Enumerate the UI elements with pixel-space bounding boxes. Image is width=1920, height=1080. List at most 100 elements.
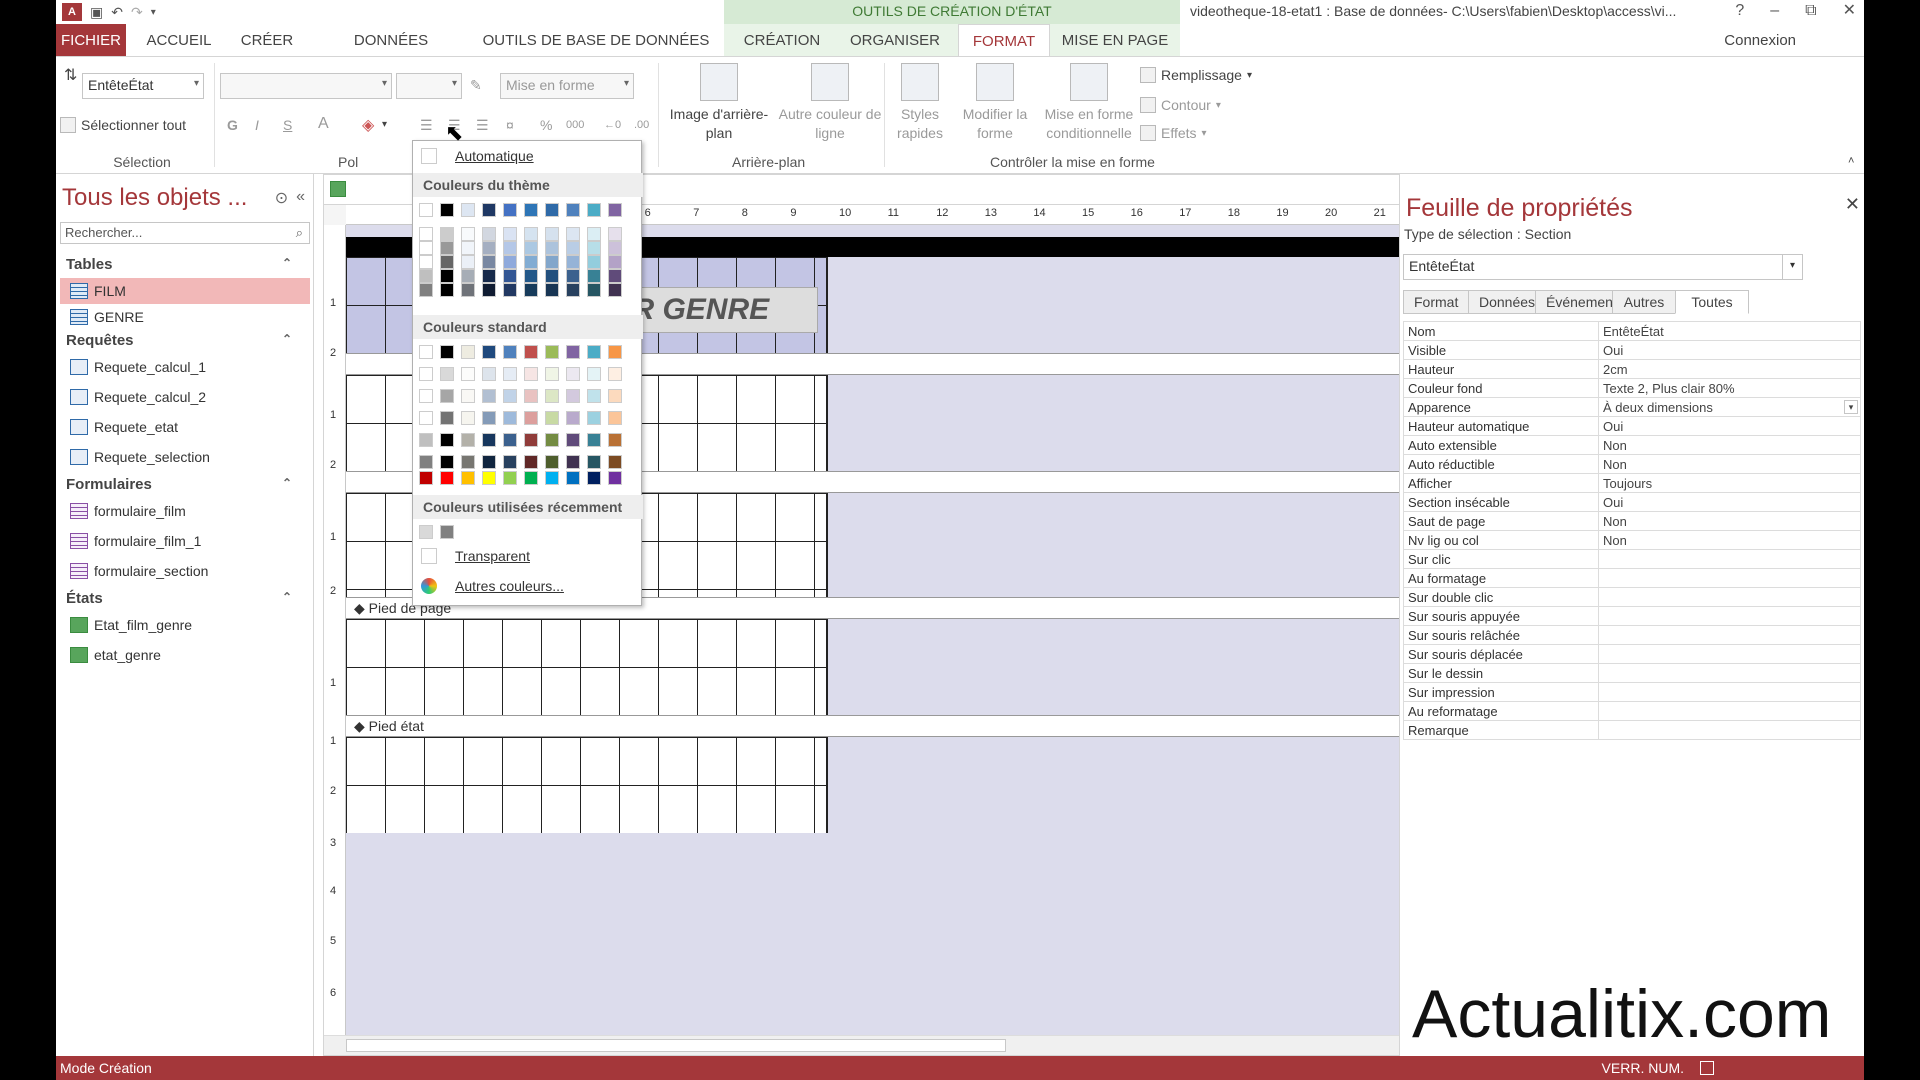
decrease-decimals-icon[interactable]: .00 xyxy=(634,119,649,131)
nav-section-formulaires[interactable]: Formulaires ⌃ xyxy=(66,476,304,493)
color-swatch[interactable] xyxy=(524,283,538,297)
property-value[interactable] xyxy=(1598,606,1861,626)
change-shape-button[interactable]: Modifier la forme xyxy=(950,63,1040,143)
color-swatch[interactable] xyxy=(587,241,601,255)
nav-pane-title[interactable]: Tous les objets ... xyxy=(62,184,247,212)
fill-button[interactable]: Remplissage ▾ xyxy=(1140,67,1252,83)
nav-menu-icon[interactable]: ⊙ xyxy=(275,188,288,208)
outline-button[interactable]: Contour ▾ xyxy=(1140,97,1221,113)
color-swatch[interactable] xyxy=(419,269,433,283)
nav-item-formulaire-film[interactable]: formulaire_film xyxy=(60,498,310,524)
color-swatch[interactable] xyxy=(461,241,475,255)
transparent-option[interactable]: Transparent xyxy=(413,543,643,569)
color-swatch[interactable] xyxy=(608,345,622,359)
property-value[interactable] xyxy=(1598,549,1861,569)
property-value[interactable]: Non xyxy=(1598,454,1861,474)
color-swatch[interactable] xyxy=(461,433,475,447)
color-swatch[interactable] xyxy=(587,255,601,269)
nav-item-requete-calcul-2[interactable]: Requete_calcul_2 xyxy=(60,384,310,410)
percent-icon[interactable]: % xyxy=(540,117,552,133)
property-row[interactable]: Sur clic xyxy=(1403,549,1861,569)
tab-format[interactable]: Format xyxy=(1403,290,1469,314)
minimize-button[interactable]: – xyxy=(1770,0,1779,22)
close-button[interactable]: ✕ xyxy=(1843,0,1856,22)
font-color-button[interactable]: A xyxy=(318,115,329,133)
property-value[interactable]: Toujours xyxy=(1598,473,1861,493)
color-swatch[interactable] xyxy=(461,367,475,381)
color-swatch[interactable] xyxy=(587,345,601,359)
color-swatch[interactable] xyxy=(482,203,496,217)
section-footer-report-bar[interactable]: ◆ Pied état xyxy=(346,715,1416,737)
tab-toutes[interactable]: Toutes xyxy=(1675,290,1749,314)
color-swatch[interactable] xyxy=(482,471,496,485)
color-swatch[interactable] xyxy=(482,389,496,403)
format-painter-icon[interactable]: ✎ xyxy=(470,77,482,94)
sign-in-link[interactable]: Connexion xyxy=(1724,24,1796,58)
alternate-row-color-button[interactable]: Autre couleur de ligne xyxy=(778,63,882,143)
color-swatch[interactable] xyxy=(566,411,580,425)
color-swatch[interactable] xyxy=(419,283,433,297)
property-row[interactable]: Hauteur 2cm xyxy=(1403,359,1861,379)
color-swatch[interactable] xyxy=(440,367,454,381)
property-value[interactable] xyxy=(1598,568,1861,588)
color-swatch[interactable] xyxy=(461,471,475,485)
color-swatch[interactable] xyxy=(503,255,517,269)
color-swatch[interactable] xyxy=(503,227,517,241)
color-swatch[interactable] xyxy=(587,227,601,241)
color-swatch[interactable] xyxy=(419,203,433,217)
tab-format[interactable]: FORMAT xyxy=(958,24,1050,56)
property-value[interactable]: 2cm xyxy=(1598,359,1861,379)
color-swatch[interactable] xyxy=(566,367,580,381)
tab-creer[interactable]: CRÉER xyxy=(232,24,302,56)
color-swatch[interactable] xyxy=(545,455,559,469)
nav-item-formulaire-film-1[interactable]: formulaire_film_1 xyxy=(60,528,310,554)
color-swatch[interactable] xyxy=(482,227,496,241)
color-swatch[interactable] xyxy=(461,389,475,403)
page-footer-grid[interactable] xyxy=(346,619,828,715)
color-swatch[interactable] xyxy=(566,283,580,297)
color-swatch[interactable] xyxy=(545,411,559,425)
font-size-combo[interactable]: ▾ xyxy=(396,73,462,99)
color-swatch[interactable] xyxy=(440,389,454,403)
color-swatch[interactable] xyxy=(524,411,538,425)
nav-item-genre[interactable]: GENRE xyxy=(60,304,310,330)
nav-item-etat-film-genre[interactable]: Etat_film_genre xyxy=(60,612,310,638)
color-swatch[interactable] xyxy=(524,227,538,241)
property-row[interactable]: Nv lig ou col Non xyxy=(1403,530,1861,550)
color-swatch[interactable] xyxy=(545,255,559,269)
property-value[interactable]: Oui xyxy=(1598,340,1861,360)
tab-evenement[interactable]: Événement xyxy=(1535,290,1617,314)
color-swatch[interactable] xyxy=(566,345,580,359)
nav-item-etat-genre[interactable]: etat_genre xyxy=(60,642,310,668)
color-swatch[interactable] xyxy=(608,471,622,485)
horizontal-scroll-thumb[interactable] xyxy=(346,1039,1006,1052)
color-swatch[interactable] xyxy=(566,455,580,469)
color-swatch[interactable] xyxy=(419,411,433,425)
quick-styles-button[interactable]: Styles rapides xyxy=(888,63,952,143)
color-swatch[interactable] xyxy=(503,241,517,255)
color-swatch[interactable] xyxy=(482,367,496,381)
property-value[interactable]: Non xyxy=(1598,435,1861,455)
color-swatch[interactable] xyxy=(419,455,433,469)
design-view-icon[interactable] xyxy=(1700,1061,1714,1075)
property-row[interactable]: Visible Oui xyxy=(1403,340,1861,360)
property-row[interactable]: Saut de page Non xyxy=(1403,511,1861,531)
collapse-nav-icon[interactable]: « xyxy=(296,188,305,208)
color-swatch[interactable] xyxy=(482,433,496,447)
color-swatch[interactable] xyxy=(545,367,559,381)
nav-section-tables[interactable]: Tables ⌃ xyxy=(66,256,304,273)
tab-creation[interactable]: CRÉATION xyxy=(734,24,830,56)
background-image-button[interactable]: Image d'arrière-plan xyxy=(664,63,774,143)
color-swatch[interactable] xyxy=(608,389,622,403)
color-swatch[interactable] xyxy=(440,471,454,485)
color-swatch[interactable] xyxy=(545,389,559,403)
color-swatch[interactable] xyxy=(440,227,454,241)
color-swatch[interactable] xyxy=(461,255,475,269)
color-swatch[interactable] xyxy=(461,227,475,241)
conditional-formatting-button[interactable]: Mise en forme conditionnelle xyxy=(1032,63,1146,143)
tab-autres[interactable]: Autres xyxy=(1612,290,1676,314)
property-row[interactable]: Remarque xyxy=(1403,720,1861,740)
color-swatch[interactable] xyxy=(419,471,433,485)
property-value[interactable] xyxy=(1598,701,1861,721)
property-row[interactable]: Sur le dessin xyxy=(1403,663,1861,683)
